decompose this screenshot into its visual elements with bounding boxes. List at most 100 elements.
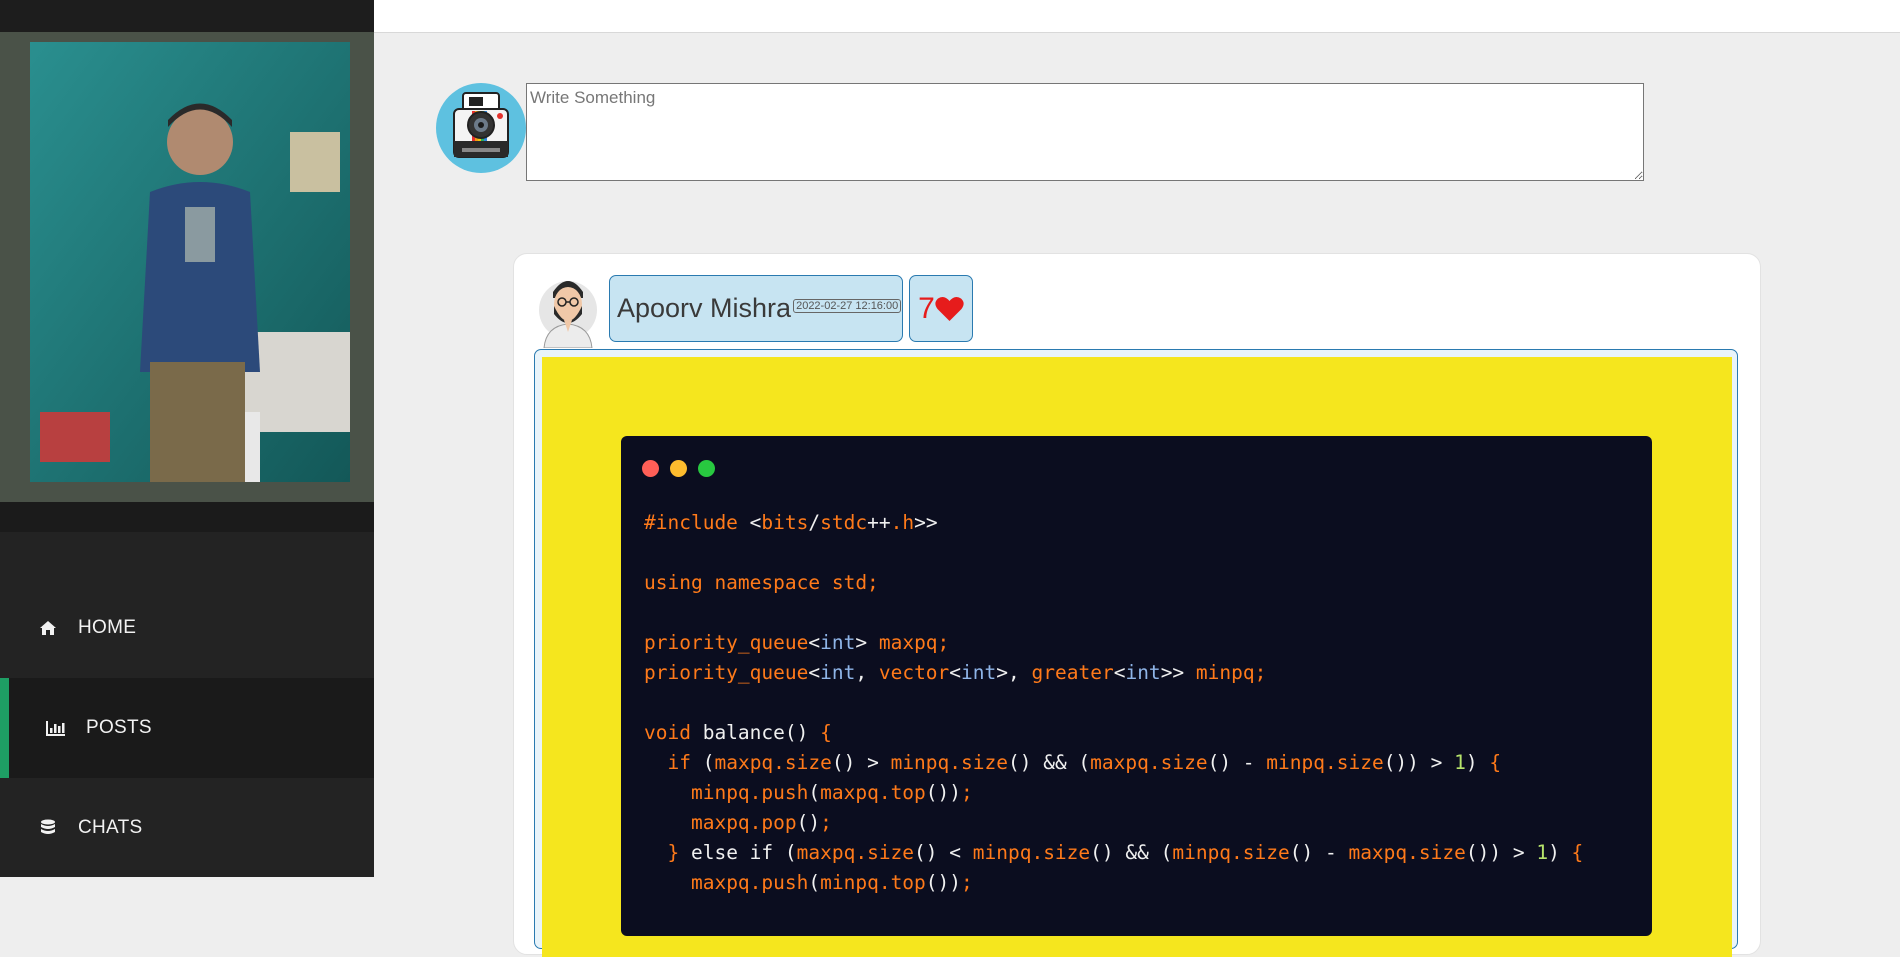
post-composer-input[interactable] [526,83,1644,181]
window-maximize-dot-icon [698,460,715,477]
code-token: int [820,661,856,684]
code-token: { [1489,751,1502,774]
window-close-dot-icon [642,460,659,477]
code-token: #include [644,511,750,534]
code-token: () > [831,751,891,774]
code-token: minpq.size [890,751,1008,774]
code-token: minpq.top [820,871,926,894]
code-token: maxpq.push [690,871,809,894]
code-token: () [796,811,821,834]
code-token: 1 [1536,841,1549,864]
code-token: maxpq; [878,631,950,654]
code-token: () < [914,841,973,864]
code-token: >> [1160,661,1196,684]
sidebar-item-label: POSTS [86,717,152,738]
database-icon [38,819,58,837]
sidebar: HOME POSTS CHATS [0,0,374,877]
code-token: { [1571,841,1584,864]
code-token: priority_queue [644,661,809,684]
code-line: priority_queue<int, vector<int>, greater… [644,658,1583,688]
code-token: minpq.size [1266,751,1384,774]
code-token: greater [1031,661,1114,684]
code-token: > [855,631,879,654]
code-snippet-window: #include <bits/stdc++.h>> using namespace… [621,436,1652,936]
code-token: ) [1548,841,1572,864]
code-token: balance [702,721,785,744]
code-token: if [667,751,703,774]
code-token: ; [820,811,832,834]
code-token: / [808,511,821,534]
code-token: else if [690,841,785,864]
code-token: maxpq.size [796,841,915,864]
code-token: maxpq.size [1090,751,1208,774]
code-token: () && ( [1090,841,1173,864]
code-token: ()) > [1465,841,1537,864]
bar-chart-icon [46,720,66,736]
sidebar-item-chats[interactable]: CHATS [0,778,374,878]
composer-avatar [436,83,526,173]
profile-photo [0,32,374,532]
code-token: } [667,841,691,864]
code-token: ; [961,871,973,894]
code-token: () && ( [1007,751,1091,774]
code-token: maxpq.size [1348,841,1466,864]
code-line: #include <bits/stdc++.h>> [644,508,1583,538]
code-token: < [808,631,821,654]
code-token: >, [996,661,1032,684]
code-line: if (maxpq.size() > minpq.size() && (maxp… [644,748,1583,778]
code-token: ()) [925,781,962,804]
code-token: ( [808,781,821,804]
code-token: () - [1289,841,1349,864]
code-token: 1 [1454,751,1466,774]
code-token: < [749,511,762,534]
code-token: stdc [820,511,868,534]
code-token: ++ [867,511,891,534]
sidebar-nav: HOME POSTS CHATS [0,578,374,878]
code-token: maxpq.size [714,751,832,774]
code-token: ; [961,781,973,804]
code-token: vector [878,661,950,684]
code-token: , [855,661,879,684]
code-token: < [808,661,821,684]
home-icon [38,620,58,636]
code-line: priority_queue<int> maxpq; [644,628,1583,658]
sidebar-item-home[interactable]: HOME [0,578,374,678]
code-token: ) [1465,751,1490,774]
sidebar-item-posts[interactable]: POSTS [0,678,374,778]
code-token: ()) [925,871,962,894]
post-author-name[interactable]: Apoorv Mishra [617,293,791,324]
code-token: minpq; [1195,661,1267,684]
window-minimize-dot-icon [670,460,687,477]
code-token: priority_queue [644,631,809,654]
heart-icon [935,296,964,321]
code-line: using namespace std; [644,568,1583,598]
code-token: ( [808,871,821,894]
code-token: ()) > [1383,751,1455,774]
code-token: bits [761,511,809,534]
code-line: } else if (maxpq.size() < minpq.size() &… [644,838,1583,868]
code-token: minpq.push [690,781,809,804]
code-token: ( [784,841,797,864]
instant-camera-icon [453,92,509,158]
code-line: maxpq.pop(); [644,808,1583,838]
code-token: minpq.size [1172,841,1290,864]
code-token: .h [890,511,915,534]
code-token: using namespace std; [644,571,879,594]
code-token: maxpq.pop [690,811,797,834]
code-token: < [1113,661,1126,684]
post-author-box: Apoorv Mishra 2022-02-27 12:16:00 [609,275,903,342]
code-line: minpq.push(maxpq.top()); [644,778,1583,808]
sidebar-item-label: CHATS [78,817,143,838]
author-avatar [538,270,598,349]
code-token: () [784,721,821,744]
like-button[interactable]: 7 [909,275,973,342]
code-token: { [820,721,832,744]
sidebar-header [0,0,374,32]
like-count: 7 [918,291,935,325]
sidebar-item-label: HOME [78,617,137,638]
